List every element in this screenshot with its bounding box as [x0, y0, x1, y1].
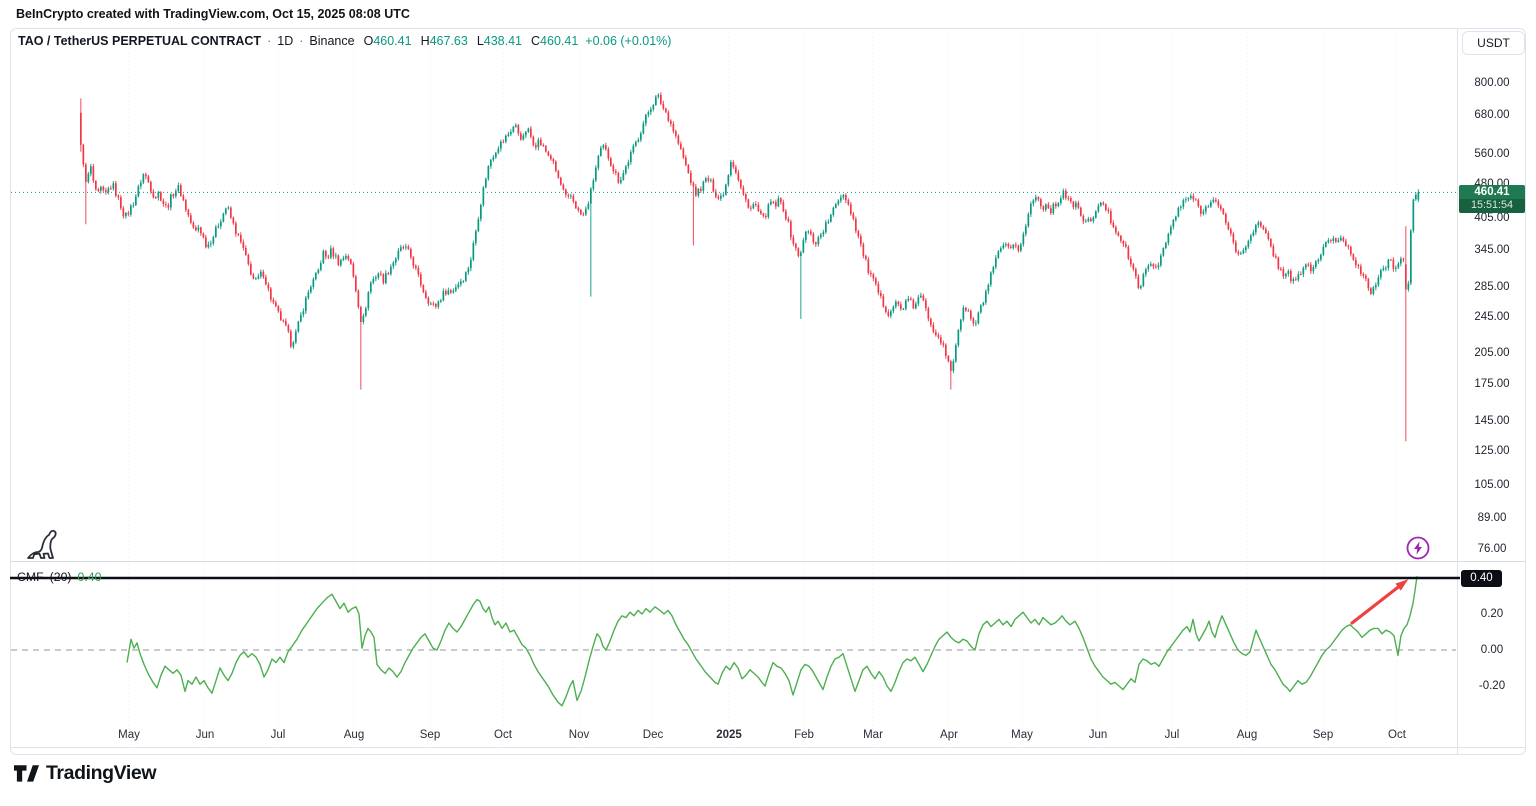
change-value: +0.06 (+0.01%): [585, 34, 671, 48]
time-axis-tick: Nov: [569, 729, 589, 741]
time-axis-tick: 2025: [716, 729, 742, 741]
price-axis-tick: 560.00: [1459, 148, 1525, 160]
boost-lightning-icon[interactable]: [1408, 538, 1429, 559]
low-label: L: [477, 34, 484, 48]
separator-dot: ·: [299, 34, 303, 48]
price-axis-tick: 89.00: [1459, 512, 1525, 524]
time-axis-tick: Sep: [1313, 729, 1333, 741]
exchange-label[interactable]: Binance: [309, 34, 354, 48]
price-axis-tick: 145.00: [1459, 415, 1525, 427]
indicator-axis-tick: 0.20: [1459, 608, 1525, 620]
time-axis-tick: Feb: [794, 729, 814, 741]
bar-countdown: 15:51:54: [1459, 199, 1525, 213]
low-value: 438.41: [484, 34, 522, 48]
open-value: 460.41: [373, 34, 411, 48]
chart-canvas[interactable]: [0, 0, 1536, 806]
price-axis-tick: 205.00: [1459, 347, 1525, 359]
attribution-text: BeInCrypto created with TradingView.com,…: [16, 7, 410, 21]
price-axis-tick: 405.00: [1459, 212, 1525, 224]
currency-usdt-button[interactable]: USDT: [1462, 31, 1525, 55]
indicator-params: (20): [50, 570, 72, 584]
price-axis-tick: 105.00: [1459, 479, 1525, 491]
price-axis-tick: 345.00: [1459, 244, 1525, 256]
time-axis-tick: Oct: [1388, 729, 1406, 741]
price-axis-tick: 245.00: [1459, 311, 1525, 323]
high-value: 467.63: [430, 34, 468, 48]
price-axis-tick: 285.00: [1459, 281, 1525, 293]
time-axis-tick: Oct: [494, 729, 512, 741]
time-axis-tick: Jun: [1089, 729, 1108, 741]
time-axis-tick: May: [118, 729, 140, 741]
tradingview-logo[interactable]: TradingView: [14, 761, 156, 785]
indicator-axis-tick: -0.20: [1459, 680, 1525, 692]
time-axis-tick: Jun: [196, 729, 215, 741]
cmf-series: [11, 576, 1456, 706]
price-axis-tick: 680.00: [1459, 109, 1525, 121]
dino-icon: [28, 531, 56, 558]
time-axis-tick: Aug: [1237, 729, 1257, 741]
widget-border: [11, 29, 1526, 755]
indicator-axis-tick: 0.00: [1459, 644, 1525, 656]
time-axis-tick: Jul: [1165, 729, 1180, 741]
price-axis-tick: 125.00: [1459, 445, 1525, 457]
time-axis-tick: Apr: [940, 729, 958, 741]
price-axis-tick: 76.00: [1459, 543, 1525, 555]
tradingview-logo-icon: [14, 761, 39, 785]
close-label: C: [531, 34, 540, 48]
last-price-badge[interactable]: 460.41 15:51:54: [1459, 185, 1525, 213]
symbol-title[interactable]: TAO / TetherUS PERPETUAL CONTRACT: [18, 34, 261, 48]
last-price-value: 460.41: [1459, 185, 1525, 200]
indicator-legend[interactable]: CMF (20) 0.40: [17, 570, 101, 584]
time-axis-tick: Dec: [643, 729, 663, 741]
high-label: H: [421, 34, 430, 48]
indicator-title[interactable]: CMF: [17, 570, 44, 584]
tradingview-logo-text: TradingView: [46, 762, 156, 785]
separator-dot: ·: [267, 34, 271, 48]
symbol-header[interactable]: TAO / TetherUS PERPETUAL CONTRACT · 1D ·…: [18, 34, 671, 48]
chart-widget: BeInCrypto created with TradingView.com,…: [0, 0, 1536, 806]
interval-label[interactable]: 1D: [277, 34, 293, 48]
level-line-badge[interactable]: 0.40: [1461, 570, 1502, 587]
indicator-value: 0.40: [78, 570, 102, 584]
candlestick-series: [80, 92, 1419, 441]
open-label: O: [364, 34, 374, 48]
close-value: 460.41: [540, 34, 578, 48]
price-axis-tick: 175.00: [1459, 378, 1525, 390]
time-axis-tick: May: [1011, 729, 1033, 741]
grid-lines: [129, 32, 1397, 746]
price-axis-tick: 800.00: [1459, 77, 1525, 89]
time-axis-tick: Jul: [271, 729, 286, 741]
red-arrow-annotation[interactable]: [1352, 579, 1408, 623]
time-axis-tick: Sep: [420, 729, 440, 741]
time-axis-tick: Mar: [863, 729, 883, 741]
time-axis-tick: Aug: [344, 729, 364, 741]
